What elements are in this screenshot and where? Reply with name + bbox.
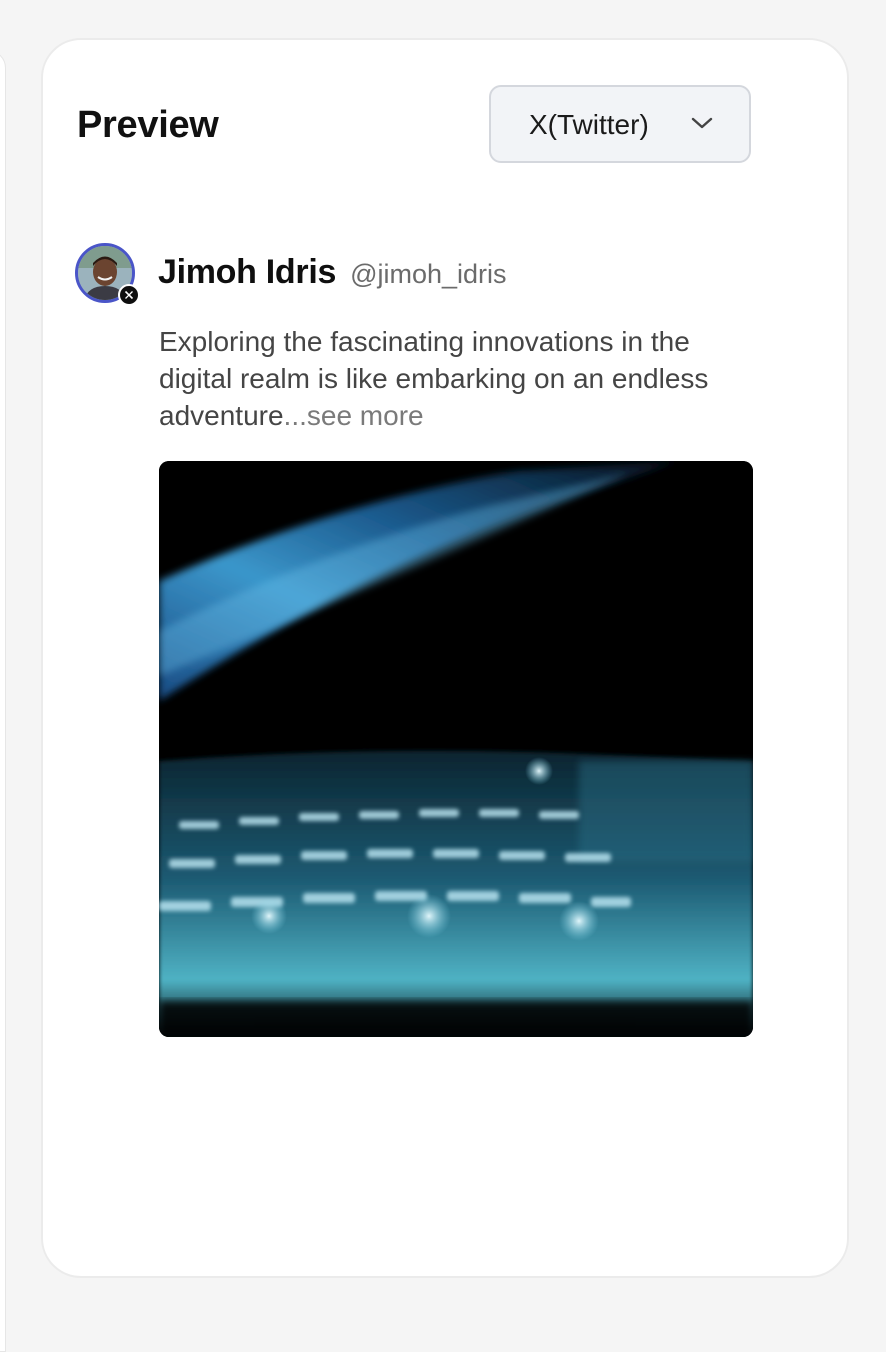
post-text: Exploring the fascinating innovations in… — [159, 323, 759, 434]
post-image — [159, 461, 753, 1037]
author-name: Jimoh Idris — [158, 253, 337, 291]
author-line: Jimoh Idris @jimoh_idris — [158, 253, 507, 292]
platform-select-value: X(Twitter) — [529, 109, 649, 140]
author-handle: @jimoh_idris — [350, 259, 507, 289]
see-more-link[interactable]: ...see more — [284, 400, 424, 431]
post-body-text: Exploring the fascinating innovations in… — [159, 326, 709, 431]
platform-select[interactable]: X(Twitter) — [489, 85, 751, 163]
preview-card: Preview X(Twitter) Jimoh Idris @jimoh_id… — [41, 38, 849, 1278]
x-logo-icon — [118, 284, 140, 306]
page-title: Preview — [77, 104, 219, 146]
adjacent-panel-edge — [0, 50, 6, 1352]
chevron-down-icon — [691, 117, 713, 129]
laptop-keyboard-photo-icon — [159, 461, 753, 1037]
